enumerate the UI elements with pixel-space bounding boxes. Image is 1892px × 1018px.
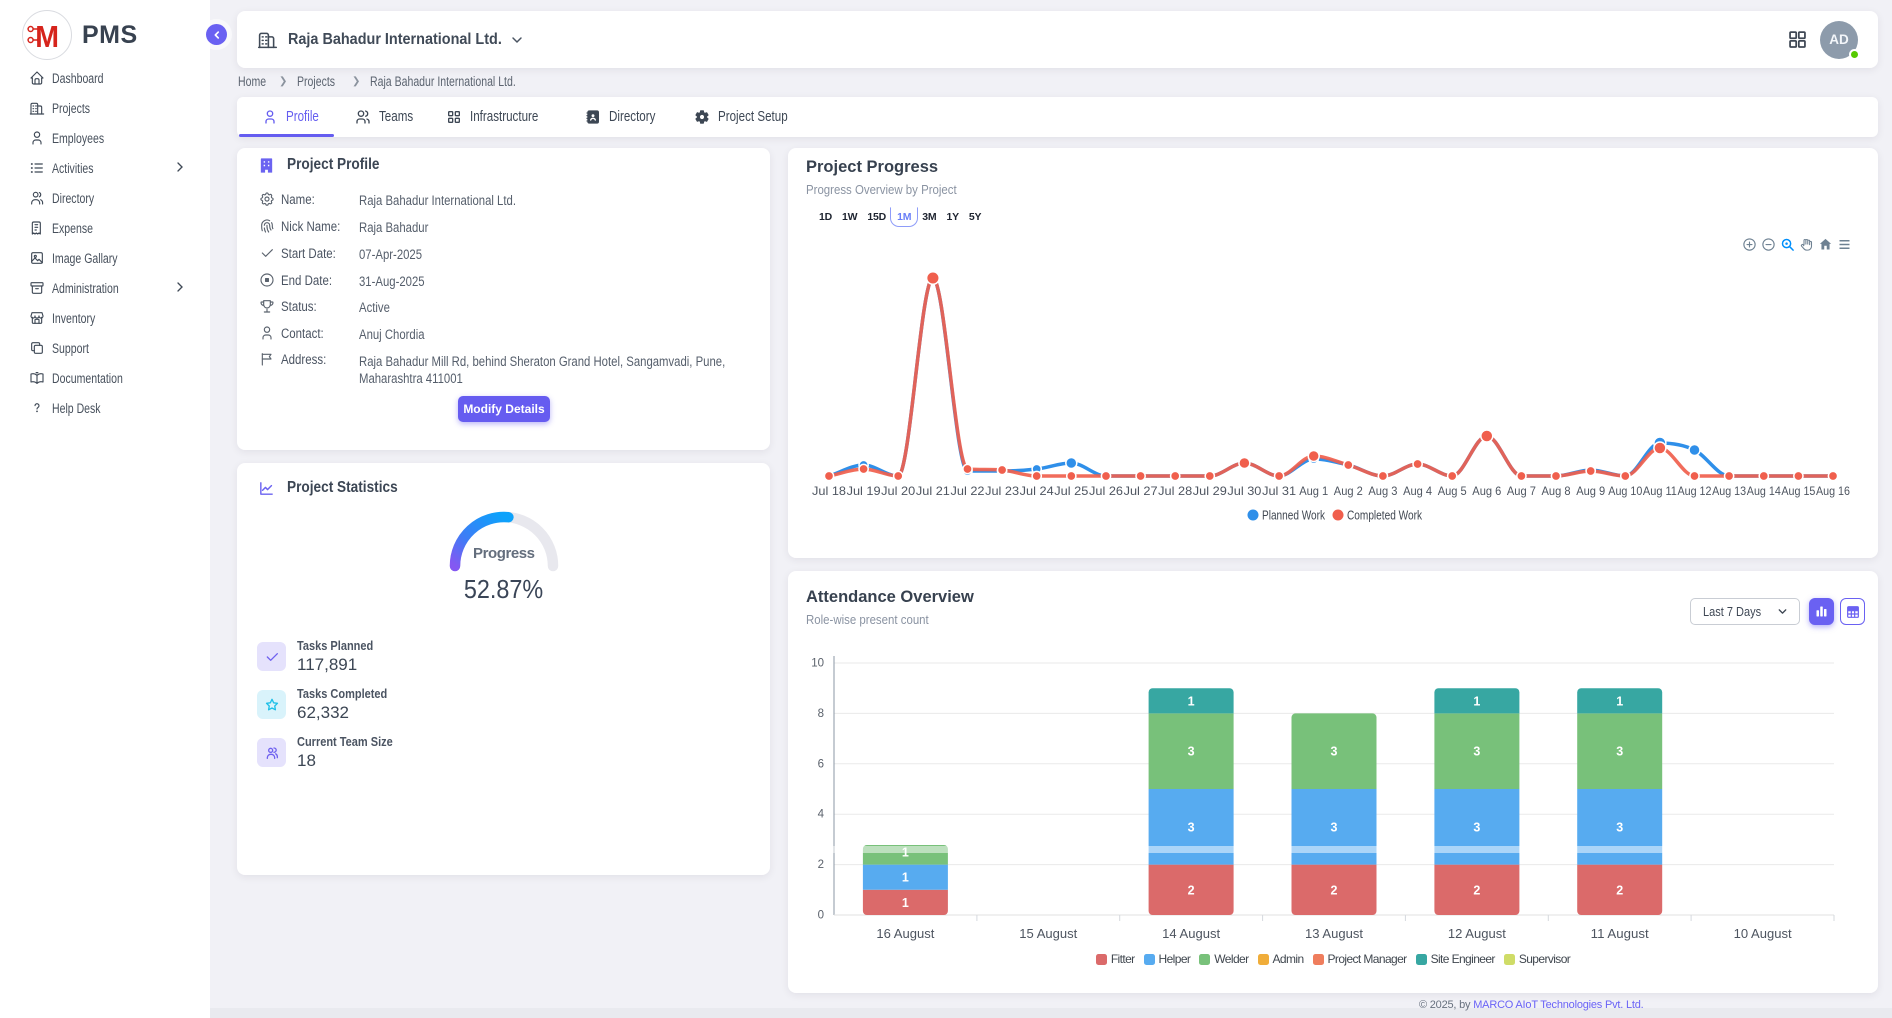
svg-text:Jul 21: Jul 21: [916, 484, 950, 498]
svg-text:8: 8: [818, 708, 824, 720]
svg-text:Jul 20: Jul 20: [881, 484, 915, 498]
svg-text:1: 1: [902, 871, 909, 885]
svg-text:Aug 1: Aug 1: [1299, 484, 1328, 498]
svg-text:0: 0: [818, 910, 824, 922]
svg-text:M: M: [35, 20, 59, 52]
svg-text:2: 2: [818, 859, 824, 871]
svg-text:Aug 9: Aug 9: [1576, 484, 1605, 498]
svg-text:1: 1: [1473, 694, 1480, 708]
svg-text:Aug 2: Aug 2: [1334, 484, 1363, 498]
svg-text:Jul 30: Jul 30: [1227, 484, 1261, 498]
svg-text:3: 3: [1616, 745, 1623, 759]
svg-text:Aug 3: Aug 3: [1368, 484, 1397, 498]
svg-text:Aug 8: Aug 8: [1542, 484, 1571, 498]
svg-text:1: 1: [1616, 694, 1623, 708]
svg-text:Jul 29: Jul 29: [1193, 484, 1227, 498]
svg-text:Aug 14: Aug 14: [1747, 484, 1781, 498]
svg-text:6: 6: [818, 758, 824, 770]
svg-text:Planned Work: Planned Work: [1262, 508, 1325, 523]
svg-text:3: 3: [1188, 820, 1195, 834]
svg-text:Aug 15: Aug 15: [1781, 484, 1815, 498]
svg-text:Aug 11: Aug 11: [1643, 484, 1677, 498]
svg-text:Aug 16: Aug 16: [1816, 484, 1850, 498]
svg-text:Aug 10: Aug 10: [1608, 484, 1642, 498]
svg-text:11 August: 11 August: [1591, 927, 1650, 941]
svg-text:10: 10: [811, 658, 824, 670]
svg-text:Aug 7: Aug 7: [1507, 484, 1536, 498]
svg-text:2: 2: [1188, 883, 1195, 897]
svg-text:13 August: 13 August: [1305, 927, 1364, 941]
svg-text:Jul 19: Jul 19: [847, 484, 881, 498]
svg-text:3: 3: [1331, 745, 1338, 759]
svg-text:Aug 5: Aug 5: [1438, 484, 1467, 498]
svg-text:14 August: 14 August: [1162, 927, 1221, 941]
svg-text:Jul 26: Jul 26: [1089, 484, 1123, 498]
svg-text:Aug 4: Aug 4: [1403, 484, 1432, 498]
svg-text:3: 3: [1616, 820, 1623, 834]
svg-text:Aug 12: Aug 12: [1678, 484, 1712, 498]
svg-text:2: 2: [1331, 883, 1338, 897]
svg-text:3: 3: [1473, 820, 1480, 834]
svg-text:Jul 18: Jul 18: [812, 484, 846, 498]
svg-text:Jul 28: Jul 28: [1158, 484, 1192, 498]
svg-text:1: 1: [1188, 694, 1195, 708]
svg-text:Jul 25: Jul 25: [1054, 484, 1088, 498]
svg-text:3: 3: [1473, 745, 1480, 759]
svg-text:Jul 31: Jul 31: [1262, 484, 1296, 498]
svg-text:3: 3: [1331, 820, 1338, 834]
svg-text:2: 2: [1473, 883, 1480, 897]
svg-text:10 August: 10 August: [1734, 927, 1793, 941]
svg-text:Jul 22: Jul 22: [951, 484, 985, 498]
svg-text:12 August: 12 August: [1448, 927, 1507, 941]
svg-text:Aug 13: Aug 13: [1712, 484, 1746, 498]
svg-text:Jul 27: Jul 27: [1124, 484, 1158, 498]
svg-text:1: 1: [902, 896, 909, 910]
svg-text:15 August: 15 August: [1019, 927, 1078, 941]
svg-text:3: 3: [1188, 745, 1195, 759]
svg-text:Progress: Progress: [473, 545, 535, 562]
svg-text:Completed Work: Completed Work: [1347, 508, 1422, 523]
svg-text:4: 4: [818, 809, 825, 821]
svg-text:16 August: 16 August: [876, 927, 935, 941]
svg-text:2: 2: [1616, 883, 1623, 897]
svg-text:Jul 23: Jul 23: [985, 484, 1019, 498]
svg-text:Aug 6: Aug 6: [1472, 484, 1501, 498]
svg-text:Jul 24: Jul 24: [1020, 484, 1054, 498]
